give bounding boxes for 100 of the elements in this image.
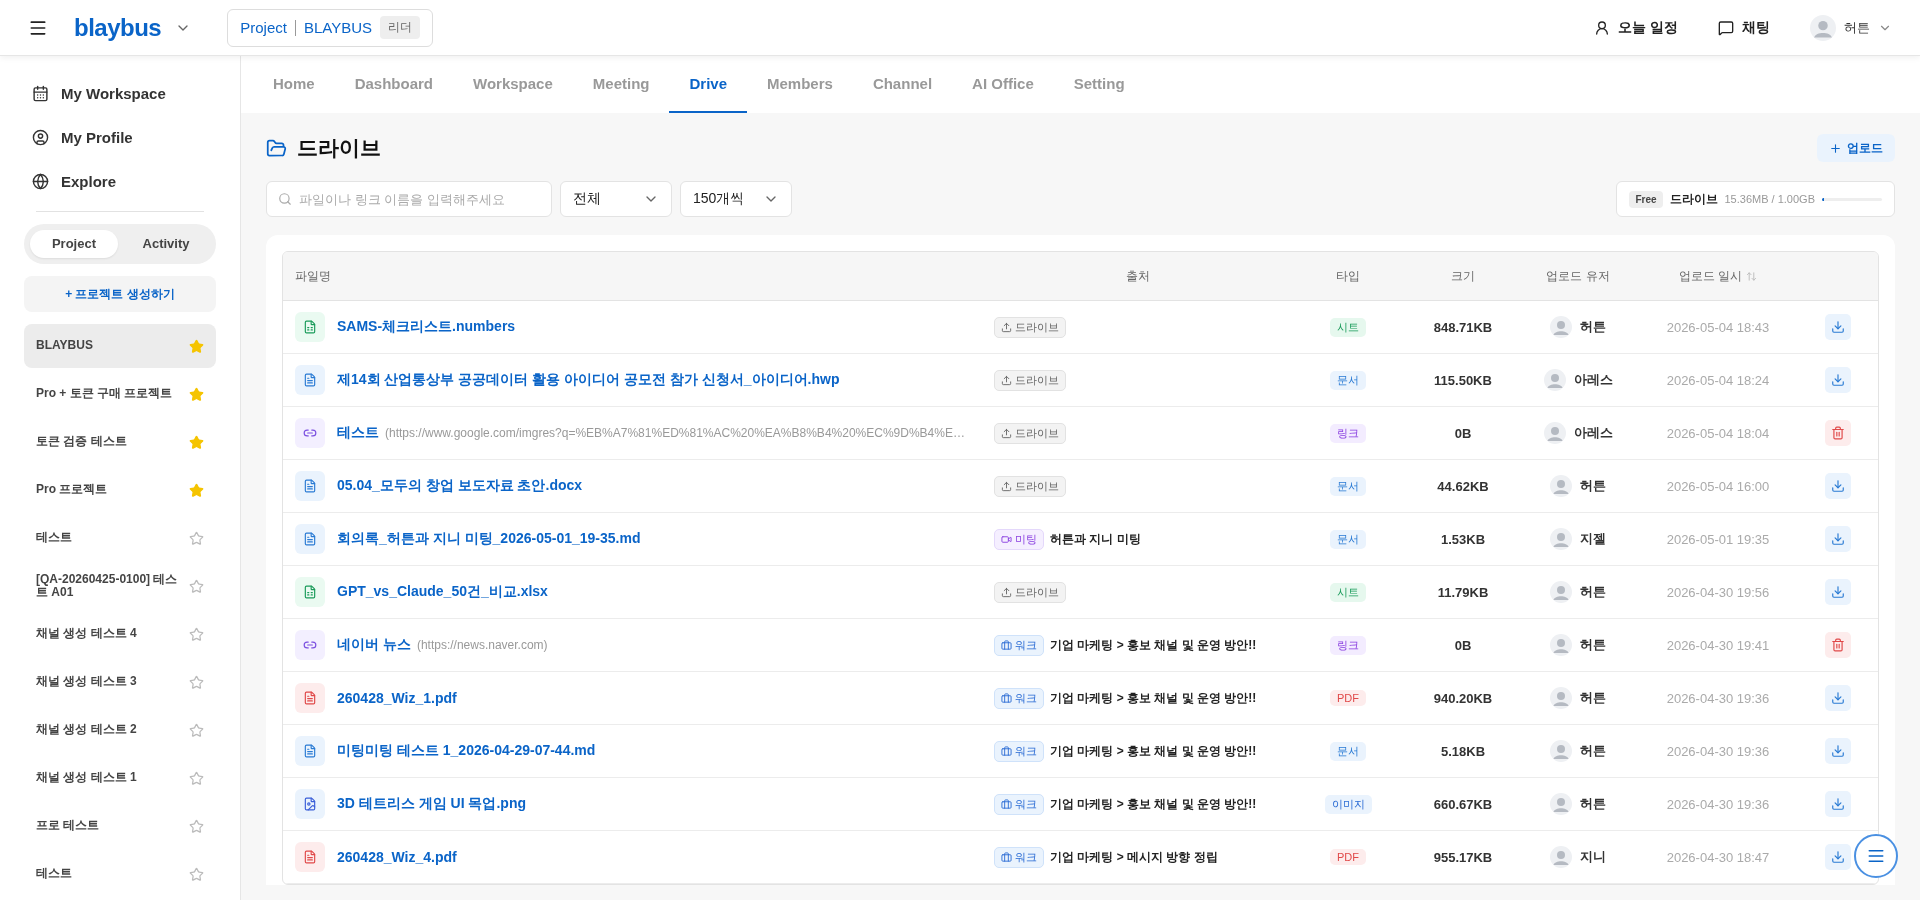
- download-button[interactable]: [1825, 738, 1851, 764]
- download-button[interactable]: [1825, 314, 1851, 340]
- file-size: 660.67KB: [1433, 796, 1493, 812]
- star-icon[interactable]: [189, 434, 204, 450]
- search-icon: [278, 192, 292, 206]
- search-field[interactable]: 파일이나 링크 이름을 입력해주세요: [266, 181, 552, 217]
- star-icon[interactable]: [189, 338, 204, 354]
- logo[interactable]: blaybus: [74, 13, 162, 42]
- nav-tab[interactable]: Drive: [669, 56, 747, 113]
- briefcase-icon: [1001, 851, 1012, 863]
- file-name-link[interactable]: 회의록_허튼과 지니 미팅_2026-05-01_19-35.md: [337, 530, 641, 548]
- type-tag: 시트: [1330, 582, 1366, 602]
- source-tag: 워크: [994, 687, 1044, 709]
- upload-date: 2026-04-30 19:36: [1666, 796, 1770, 812]
- file-size: 0B: [1454, 425, 1472, 441]
- delete-button[interactable]: [1825, 632, 1851, 658]
- user-name[interactable]: 허튼: [1844, 18, 1870, 37]
- chat-button[interactable]: 채팅: [1718, 18, 1770, 37]
- download-button[interactable]: [1825, 526, 1851, 552]
- upload-icon: [1001, 374, 1012, 386]
- filter-dropdown[interactable]: 전체: [560, 181, 672, 217]
- avatar-icon: [1550, 475, 1572, 497]
- file-name-link[interactable]: SAMS-체크리스트.numbers: [337, 318, 516, 336]
- download-button[interactable]: [1825, 473, 1851, 499]
- column-header: 타입: [1335, 267, 1361, 285]
- star-icon[interactable]: [189, 530, 204, 546]
- download-icon: [1831, 797, 1845, 811]
- file-name-link[interactable]: 260428_Wiz_4.pdf: [337, 849, 457, 865]
- upload-date: 2026-04-30 19:56: [1666, 584, 1770, 600]
- source-text: 허튼과 지니 미팅: [1050, 530, 1141, 548]
- source-tag: 드라이브: [994, 581, 1066, 603]
- column-header[interactable]: 업로드 일시: [1638, 267, 1798, 285]
- file-size: 44.62KB: [1437, 478, 1489, 494]
- star-icon[interactable]: [189, 578, 204, 594]
- file-name-link[interactable]: 05.04_모두의 창업 보도자료 초안.docx: [337, 477, 583, 495]
- spreadsheet-icon: [295, 577, 325, 607]
- plus-icon: [1829, 141, 1842, 155]
- segment-tab[interactable]: Activity: [122, 229, 210, 259]
- user-name: 지젤: [1580, 530, 1606, 548]
- file-size: 848.71KB: [1433, 319, 1493, 335]
- link-icon: [295, 630, 325, 660]
- segment-tab[interactable]: Project: [30, 229, 118, 259]
- star-icon[interactable]: [189, 674, 204, 690]
- storage-label: 드라이브: [1669, 190, 1718, 208]
- person-icon: [1594, 19, 1611, 36]
- column-header: 파일명: [294, 267, 332, 285]
- star-icon[interactable]: [189, 770, 204, 786]
- project-selector[interactable]: Project BLAYBUS 리더: [227, 8, 433, 47]
- star-icon[interactable]: [189, 722, 204, 738]
- download-icon: [1831, 373, 1845, 387]
- avatar-icon: [1550, 687, 1572, 709]
- project-item[interactable]: BLAYBUS: [24, 324, 216, 368]
- file-name-link[interactable]: GPT_vs_Claude_50건_비교.xlsx: [337, 583, 548, 601]
- avatar-icon: [1550, 316, 1572, 338]
- schedule-button[interactable]: 오늘 일정: [1594, 18, 1678, 37]
- download-button[interactable]: [1825, 685, 1851, 711]
- sidebar-nav-item[interactable]: Explore: [24, 159, 216, 203]
- avatar-icon: [1550, 740, 1572, 762]
- upload-date: 2026-04-30 19:41: [1666, 637, 1770, 653]
- upload-icon: [1001, 586, 1012, 598]
- download-button[interactable]: [1825, 844, 1851, 870]
- type-tag: 문서: [1330, 476, 1366, 496]
- download-button[interactable]: [1825, 579, 1851, 605]
- star-icon[interactable]: [189, 386, 204, 402]
- file-name-link[interactable]: 테스트: [337, 424, 379, 442]
- column-header: 크기: [1450, 267, 1476, 285]
- file-size: 11.79KB: [1437, 584, 1489, 600]
- sidebar-nav-item[interactable]: My Profile: [24, 115, 216, 160]
- star-icon[interactable]: [189, 626, 204, 642]
- document-icon: [295, 683, 325, 713]
- sidebar-nav-item[interactable]: My Workspace: [24, 72, 216, 116]
- delete-button[interactable]: [1825, 420, 1851, 446]
- star-icon[interactable]: [189, 866, 204, 882]
- file-name-link[interactable]: 네이버 뉴스: [337, 636, 411, 654]
- user-name: 허튼: [1580, 742, 1606, 760]
- download-icon: [1831, 744, 1845, 758]
- upload-button[interactable]: 업로드: [1817, 134, 1895, 162]
- avatar-icon: [1810, 14, 1836, 41]
- sort-icon[interactable]: [1746, 270, 1758, 282]
- star-icon[interactable]: [189, 482, 204, 498]
- type-tag: 시트: [1330, 317, 1366, 337]
- page-size-dropdown[interactable]: 150개씩: [680, 181, 792, 217]
- source-tag: 드라이브: [994, 475, 1066, 497]
- file-size: 955.17KB: [1433, 849, 1493, 865]
- star-icon[interactable]: [189, 818, 204, 834]
- upload-date: 2026-05-01 19:35: [1666, 531, 1770, 547]
- create-project-button[interactable]: + 프로젝트 생성하기: [24, 276, 216, 312]
- source-tag: 워크: [994, 740, 1044, 762]
- user-name: 허튼: [1580, 636, 1606, 654]
- upload-date: 2026-05-04 18:43: [1666, 319, 1770, 335]
- avatar-icon: [1550, 634, 1572, 656]
- source-text: 기업 마케팅 > 홍보 채널 및 운영 방안!!: [1050, 689, 1257, 707]
- avatar-icon: [1550, 528, 1572, 550]
- download-button[interactable]: [1825, 791, 1851, 817]
- file-name-link[interactable]: 3D 테트리스 게임 UI 목업.png: [337, 795, 526, 813]
- file-name-link[interactable]: 260428_Wiz_1.pdf: [337, 690, 457, 706]
- file-name-link[interactable]: 제14회 산업통상부 공공데이터 활용 아이디어 공모전 참가 신청서_아이디어.hwp: [337, 371, 840, 389]
- file-name-link[interactable]: 미팅미팅 테스트 1_2026-04-29-07-44.md: [337, 742, 596, 760]
- user-name: 허튼: [1580, 583, 1606, 601]
- download-button[interactable]: [1825, 367, 1851, 393]
